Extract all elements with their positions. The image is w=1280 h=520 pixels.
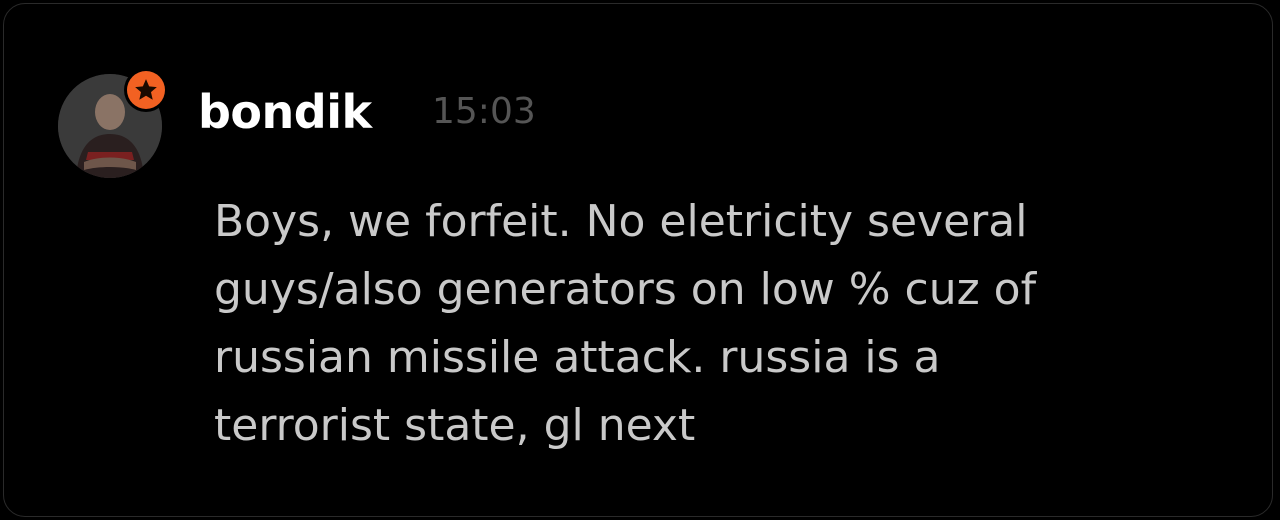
message-line: terrorist state, gl next xyxy=(214,400,696,451)
message-line: russian missile attack. russia is a xyxy=(214,332,941,383)
message-body: Boys, we forfeit. No eletricity several … xyxy=(214,188,1254,460)
timestamp: 15:03 xyxy=(432,91,536,132)
badge-circle xyxy=(127,71,165,109)
message-line: Boys, we forfeit. No eletricity several xyxy=(214,196,1028,247)
star-icon xyxy=(135,79,157,100)
username[interactable]: bondik xyxy=(198,82,372,142)
avatar-container[interactable] xyxy=(58,68,168,184)
message-card: bondik 15:03 Boys, we forfeit. No eletri… xyxy=(3,3,1273,517)
message-line: guys/also generators on low % cuz of xyxy=(214,264,1037,315)
badge xyxy=(124,68,168,112)
